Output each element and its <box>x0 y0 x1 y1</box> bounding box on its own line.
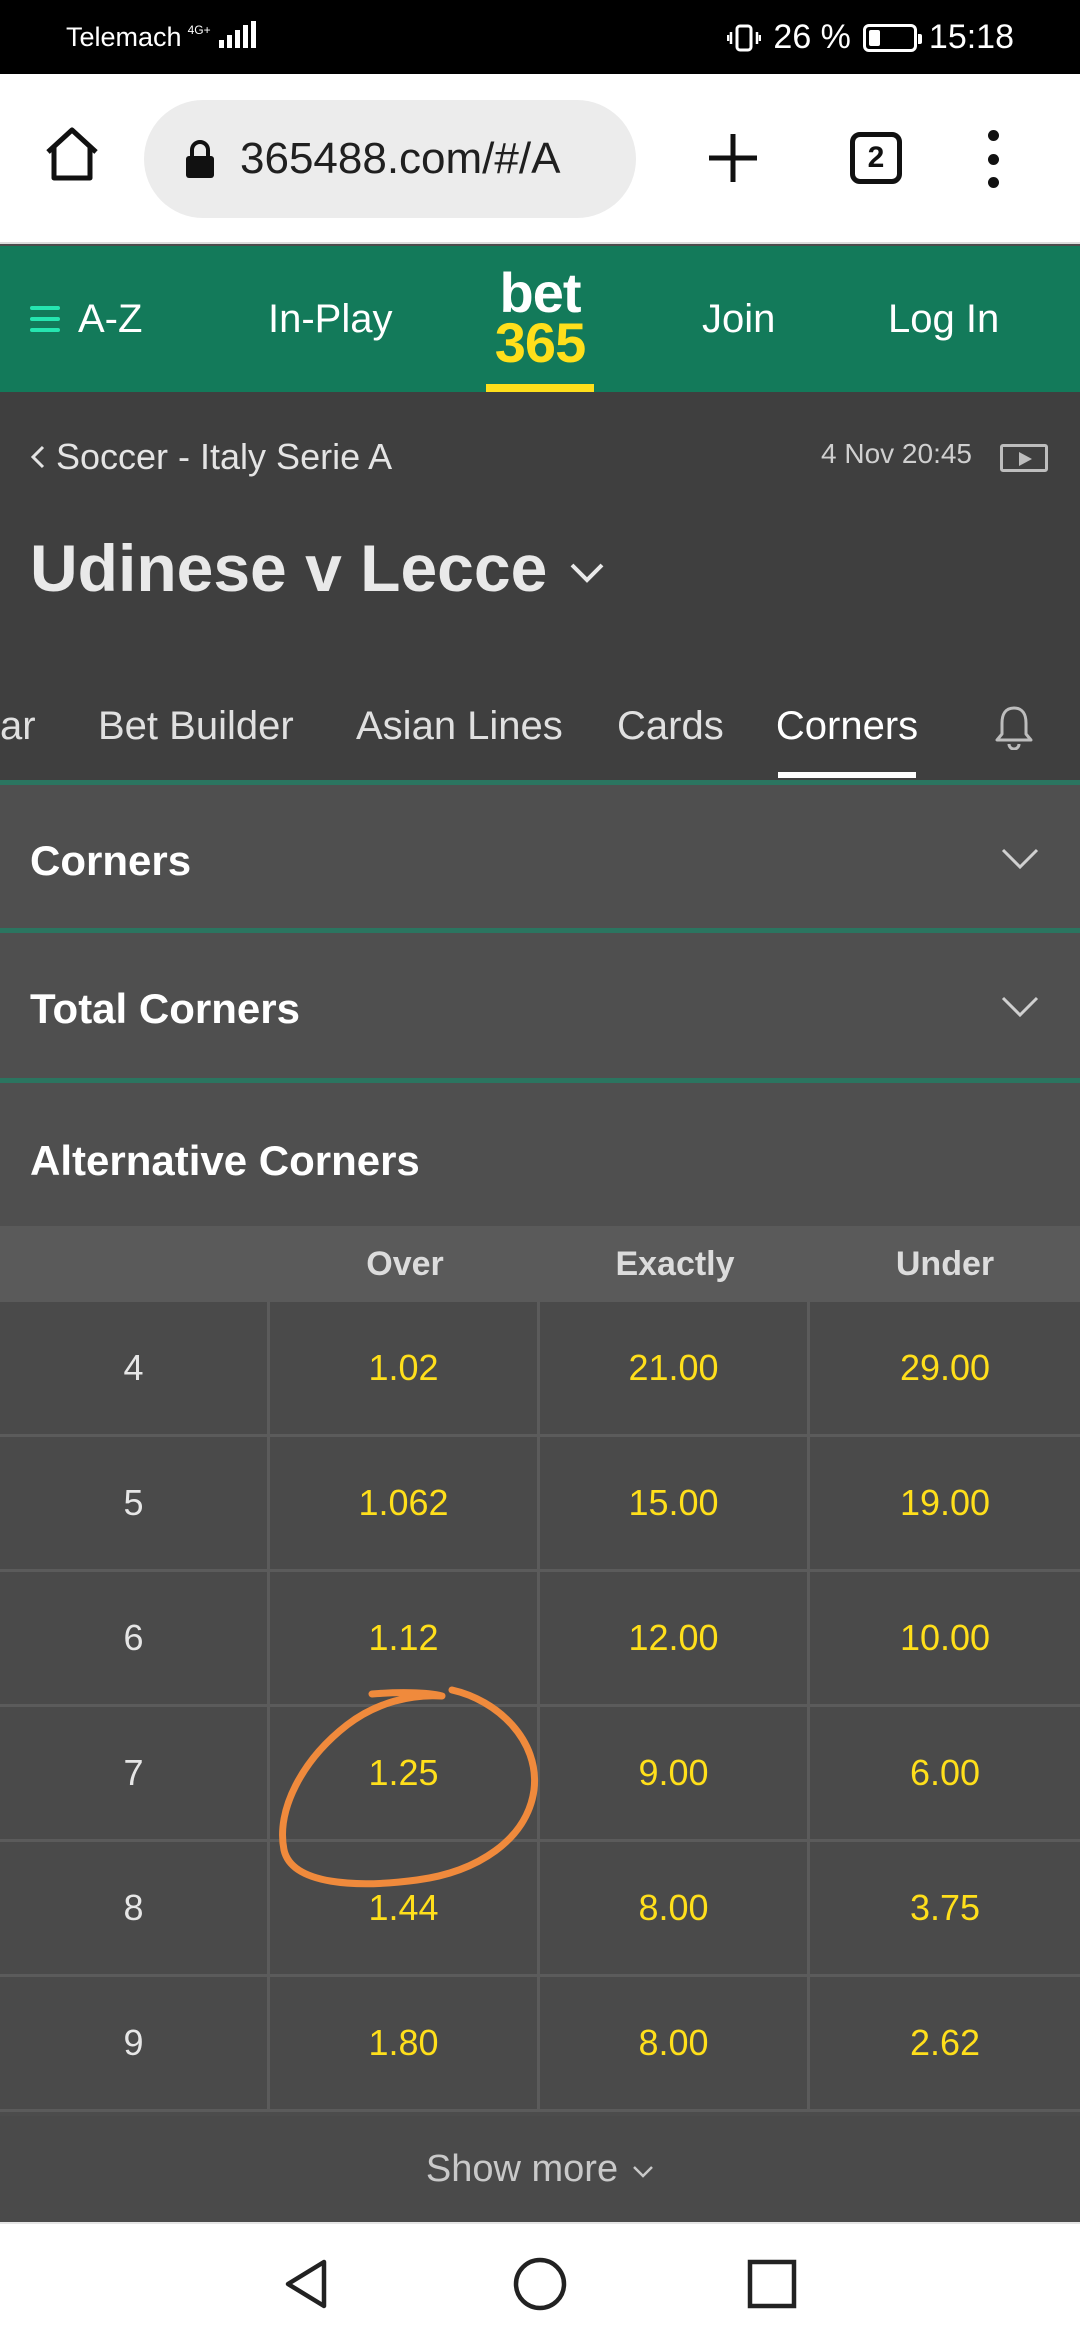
battery-icon <box>862 23 922 52</box>
odds-exactly[interactable]: 21.00 <box>540 1302 810 1434</box>
lock-icon <box>186 140 214 178</box>
market-corners[interactable]: Corners <box>0 780 1080 930</box>
chevron-down-icon <box>1001 996 1039 1018</box>
market-corners-title: Corners <box>30 837 192 884</box>
odds-over[interactable]: 1.44 <box>270 1842 540 1974</box>
table-row: 6 1.12 12.00 10.00 <box>0 1572 1080 1707</box>
market-total-corners[interactable]: Total Corners <box>0 928 1080 1080</box>
url-text: 365488.com/#/A <box>240 134 561 183</box>
menu-kebab-icon[interactable] <box>986 130 1000 188</box>
breadcrumb-label: Soccer - Italy Serie A <box>56 436 393 477</box>
market-alternative-corners[interactable]: Alternative Corners <box>0 1078 1080 1228</box>
table-row: 7 1.25 9.00 6.00 <box>0 1707 1080 1842</box>
odds-exactly[interactable]: 12.00 <box>540 1572 810 1704</box>
line-value: 7 <box>0 1707 270 1839</box>
column-header-under: Under <box>895 1244 995 1283</box>
table-row: 8 1.44 8.00 3.75 <box>0 1842 1080 1977</box>
tabs-icon[interactable]: 2 <box>850 132 902 184</box>
tab-bet-builder[interactable]: Bet Builder <box>98 674 294 778</box>
table-row: 9 1.80 8.00 2.62 <box>0 1977 1080 2112</box>
odds-over[interactable]: 1.062 <box>270 1437 540 1569</box>
logo-line2: 365 <box>494 311 586 375</box>
tab-cards[interactable]: Cards <box>617 674 724 778</box>
home-circle-icon[interactable] <box>510 2254 570 2314</box>
home-icon[interactable] <box>40 122 104 186</box>
az-menu-button[interactable]: A-Z <box>30 246 142 392</box>
chevron-down-icon <box>633 2166 653 2178</box>
tab-partial[interactable]: ar <box>0 674 36 778</box>
back-icon[interactable] <box>278 2254 338 2314</box>
market-alternative-corners-title: Alternative Corners <box>30 1137 420 1184</box>
odds-under[interactable]: 19.00 <box>810 1437 1080 1569</box>
tab-corners[interactable]: Corners <box>776 674 918 778</box>
market-total-corners-title: Total Corners <box>30 985 300 1032</box>
line-value: 9 <box>0 1977 270 2109</box>
az-menu-label: A-Z <box>78 296 143 341</box>
odds-table-header: Over Exactly Under <box>0 1226 1080 1302</box>
signal-icon <box>218 21 256 48</box>
battery-percent: 26 % <box>773 18 851 56</box>
line-value: 4 <box>0 1302 270 1434</box>
odds-exactly[interactable]: 8.00 <box>540 1977 810 2109</box>
table-row: 5 1.062 15.00 19.00 <box>0 1437 1080 1572</box>
line-value: 8 <box>0 1842 270 1974</box>
site-header: A-Z In-Play bet 365 Join Log In <box>0 246 1080 392</box>
odds-under[interactable]: 3.75 <box>810 1842 1080 1974</box>
hamburger-icon <box>30 306 60 332</box>
odds-over[interactable]: 1.12 <box>270 1572 540 1704</box>
carrier-name: Telemach <box>66 22 182 52</box>
bell-icon[interactable] <box>994 704 1034 750</box>
odds-over[interactable]: 1.02 <box>270 1302 540 1434</box>
join-button[interactable]: Join <box>702 246 775 392</box>
recents-icon[interactable] <box>742 2254 802 2314</box>
inplay-link[interactable]: In-Play <box>268 246 393 392</box>
market-tabs: ar Bet Builder Asian Lines Cards Corners <box>0 674 1080 782</box>
line-value: 5 <box>0 1437 270 1569</box>
battery-level-fill <box>868 29 880 46</box>
odds-under[interactable]: 6.00 <box>810 1707 1080 1839</box>
network-type: 4G+ <box>187 23 211 37</box>
login-button[interactable]: Log In <box>888 246 999 392</box>
show-more-label: Show more <box>425 2147 619 2190</box>
column-header-over: Over <box>366 1244 444 1283</box>
event-header: Soccer - Italy Serie A 4 Nov 20:45 Udine… <box>0 392 1080 782</box>
chevron-down-icon <box>570 563 604 583</box>
bet365-logo[interactable]: bet 365 <box>486 264 594 375</box>
chevron-down-icon <box>1001 848 1039 870</box>
odds-under[interactable]: 2.62 <box>810 1977 1080 2109</box>
odds-exactly[interactable]: 15.00 <box>540 1437 810 1569</box>
match-title[interactable]: Udinese v Lecce <box>30 530 605 606</box>
tab-asian-lines[interactable]: Asian Lines <box>356 674 563 778</box>
odds-exactly[interactable]: 9.00 <box>540 1707 810 1839</box>
event-datetime: 4 Nov 20:45 <box>821 438 972 469</box>
chevron-left-icon <box>30 445 45 469</box>
video-icon[interactable] <box>1000 444 1048 472</box>
address-bar[interactable]: 365488.com/#/A <box>144 100 636 218</box>
odds-under[interactable]: 29.00 <box>810 1302 1080 1434</box>
breadcrumb[interactable]: Soccer - Italy Serie A <box>30 436 392 478</box>
status-bar: Telemach 4G+ 26 % 15:18 <box>0 0 1080 74</box>
logo-underline <box>486 384 594 392</box>
odds-exactly[interactable]: 8.00 <box>540 1842 810 1974</box>
plus-icon[interactable] <box>705 130 761 186</box>
show-more-button[interactable]: Show more <box>0 2116 1080 2222</box>
carrier-info: Telemach 4G+ <box>66 21 256 53</box>
odds-over[interactable]: 1.80 <box>270 1977 540 2109</box>
table-row: 4 1.02 21.00 29.00 <box>0 1302 1080 1437</box>
system-nav-bar <box>0 2222 1080 2340</box>
browser-toolbar: 365488.com/#/A 2 <box>0 74 1080 244</box>
column-header-exactly: Exactly <box>615 1244 735 1283</box>
odds-over[interactable]: 1.25 <box>270 1707 540 1839</box>
line-value: 6 <box>0 1572 270 1704</box>
odds-under[interactable]: 10.00 <box>810 1572 1080 1704</box>
vibrate-icon <box>727 24 762 51</box>
clock: 15:18 <box>928 18 1014 56</box>
match-title-text: Udinese v Lecce <box>30 531 548 605</box>
